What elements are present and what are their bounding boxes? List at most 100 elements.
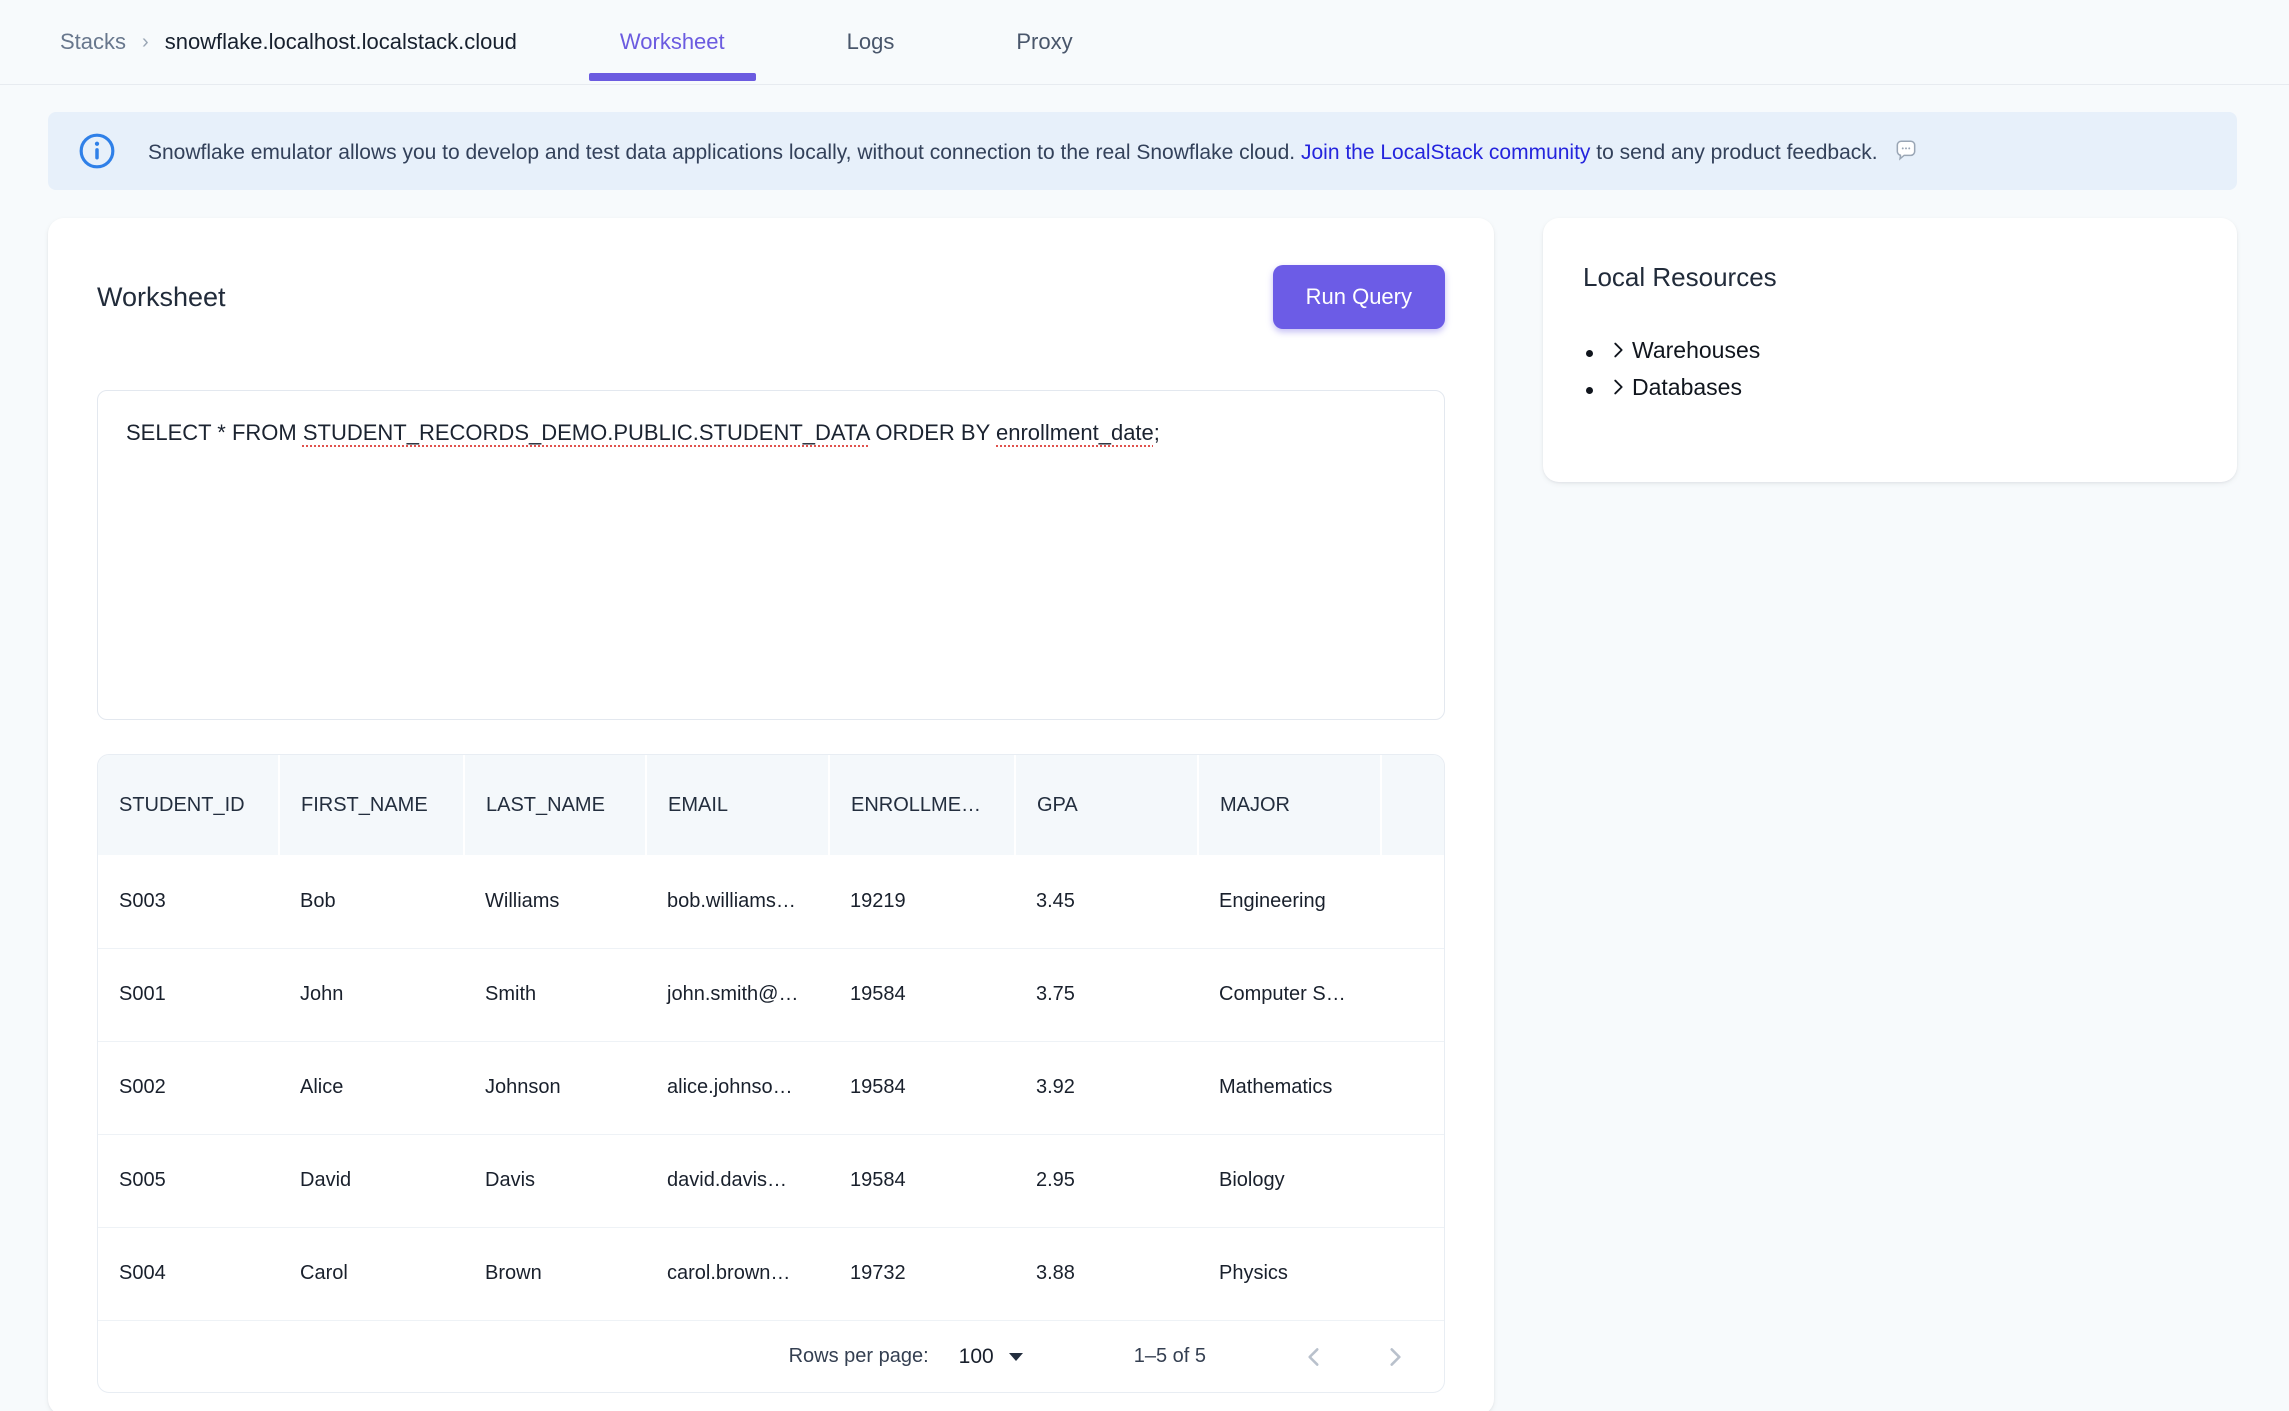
cell-spacer	[1381, 1041, 1444, 1134]
tab-proxy-label: Proxy	[1016, 29, 1072, 55]
tab-logs[interactable]: Logs	[816, 0, 926, 84]
worksheet-panel: Worksheet Run Query SELECT * FROM STUDEN…	[48, 218, 1494, 1411]
chevron-right-icon	[1607, 339, 1629, 361]
pagination-range: 1–5 of 5	[1134, 1345, 1206, 1368]
resource-item-databases[interactable]: Databases	[1607, 370, 2197, 407]
breadcrumb-current-stack: snowflake.localhost.localstack.cloud	[165, 29, 517, 55]
column-header-major[interactable]: MAJOR	[1198, 755, 1381, 855]
table-pagination: Rows per page: 100 1–5 of 5	[98, 1320, 1444, 1392]
previous-page-button[interactable]	[1301, 1344, 1327, 1370]
dropdown-caret-icon	[1008, 1352, 1024, 1362]
cell-major: Engineering	[1198, 855, 1381, 948]
cell-spacer	[1381, 1227, 1444, 1320]
cell-student-id: S003	[98, 855, 279, 948]
cell-first-name: Alice	[279, 1041, 464, 1134]
breadcrumb: Stacks › snowflake.localhost.localstack.…	[60, 0, 517, 84]
chevron-left-icon	[1301, 1344, 1327, 1370]
run-query-button[interactable]: Run Query	[1273, 265, 1445, 329]
cell-student-id: S005	[98, 1134, 279, 1227]
table-row[interactable]: S003 Bob Williams bob.williams… 19219 3.…	[98, 855, 1444, 948]
cell-major: Biology	[1198, 1134, 1381, 1227]
sql-query-editor[interactable]: SELECT * FROM STUDENT_RECORDS_DEMO.PUBLI…	[97, 390, 1445, 720]
table-row[interactable]: S002 Alice Johnson alice.johnso… 19584 3…	[98, 1041, 1444, 1134]
cell-enrollment: 19584	[829, 948, 1015, 1041]
breadcrumb-stacks-link[interactable]: Stacks	[60, 29, 126, 55]
banner-text-after: to send any product feedback.	[1590, 141, 1877, 164]
column-header-enrollment[interactable]: ENROLLME…	[829, 755, 1015, 855]
cell-enrollment: 19219	[829, 855, 1015, 948]
cell-gpa: 3.88	[1015, 1227, 1198, 1320]
column-header-student-id[interactable]: STUDENT_ID	[98, 755, 279, 855]
table-row[interactable]: S004 Carol Brown carol.brown… 19732 3.88…	[98, 1227, 1444, 1320]
sql-text: ;	[1154, 420, 1160, 445]
speech-bubble-icon	[1893, 138, 1919, 164]
info-banner: Snowflake emulator allows you to develop…	[48, 112, 2237, 190]
cell-last-name: Johnson	[464, 1041, 646, 1134]
column-header-last-name[interactable]: LAST_NAME	[464, 755, 646, 855]
cell-email: john.smith@…	[646, 948, 829, 1041]
cell-enrollment: 19584	[829, 1041, 1015, 1134]
worksheet-header: Worksheet Run Query	[97, 265, 1445, 329]
cell-first-name: Carol	[279, 1227, 464, 1320]
sql-text: SELECT * FROM	[126, 420, 303, 445]
cell-email: alice.johnso…	[646, 1041, 829, 1134]
resource-item-label: Warehouses	[1632, 333, 1760, 367]
column-header-spacer	[1381, 755, 1444, 855]
rows-per-page-select[interactable]: 100	[959, 1345, 1024, 1369]
cell-gpa: 3.75	[1015, 948, 1198, 1041]
cell-spacer	[1381, 855, 1444, 948]
banner-text: Snowflake emulator allows you to develop…	[148, 138, 1919, 165]
table-row[interactable]: S005 David Davis david.davis… 19584 2.95…	[98, 1134, 1444, 1227]
column-header-email[interactable]: EMAIL	[646, 755, 829, 855]
query-results-container: STUDENT_ID FIRST_NAME LAST_NAME EMAIL EN…	[97, 754, 1445, 1393]
cell-enrollment: 19732	[829, 1227, 1015, 1320]
cell-first-name: David	[279, 1134, 464, 1227]
cell-last-name: Williams	[464, 855, 646, 948]
content-area: Worksheet Run Query SELECT * FROM STUDEN…	[48, 218, 2237, 1411]
tab-worksheet-label: Worksheet	[620, 29, 725, 55]
breadcrumb-separator-icon: ›	[142, 31, 149, 54]
cell-email: david.davis…	[646, 1134, 829, 1227]
chevron-right-icon	[1607, 376, 1629, 398]
localstack-community-link[interactable]: Join the LocalStack community	[1301, 141, 1590, 164]
cell-major: Computer S…	[1198, 948, 1381, 1041]
rows-per-page-label: Rows per page:	[789, 1345, 929, 1368]
sql-order-column: enrollment_date	[996, 420, 1154, 445]
column-header-gpa[interactable]: GPA	[1015, 755, 1198, 855]
cell-gpa: 2.95	[1015, 1134, 1198, 1227]
tab-proxy[interactable]: Proxy	[985, 0, 1103, 84]
next-page-button[interactable]	[1382, 1344, 1408, 1370]
tab-bar: Worksheet Logs Proxy	[589, 0, 1104, 84]
chevron-right-icon	[1382, 1344, 1408, 1370]
cell-email: bob.williams…	[646, 855, 829, 948]
cell-email: carol.brown…	[646, 1227, 829, 1320]
resource-item-warehouses[interactable]: Warehouses	[1607, 333, 2197, 370]
cell-last-name: Brown	[464, 1227, 646, 1320]
results-table: STUDENT_ID FIRST_NAME LAST_NAME EMAIL EN…	[98, 755, 1444, 1320]
cell-student-id: S004	[98, 1227, 279, 1320]
table-row[interactable]: S001 John Smith john.smith@… 19584 3.75 …	[98, 948, 1444, 1041]
cell-spacer	[1381, 1134, 1444, 1227]
banner-text-before: Snowflake emulator allows you to develop…	[148, 141, 1301, 164]
cell-first-name: John	[279, 948, 464, 1041]
cell-gpa: 3.92	[1015, 1041, 1198, 1134]
cell-first-name: Bob	[279, 855, 464, 948]
cell-last-name: Smith	[464, 948, 646, 1041]
tab-logs-label: Logs	[847, 29, 895, 55]
tab-worksheet[interactable]: Worksheet	[589, 0, 756, 84]
info-icon	[78, 132, 116, 170]
cell-last-name: Davis	[464, 1134, 646, 1227]
cell-major: Mathematics	[1198, 1041, 1381, 1134]
table-header-row: STUDENT_ID FIRST_NAME LAST_NAME EMAIL EN…	[98, 755, 1444, 855]
local-resources-title: Local Resources	[1583, 262, 2197, 293]
resource-list: Warehouses Databases	[1583, 333, 2197, 407]
column-header-first-name[interactable]: FIRST_NAME	[279, 755, 464, 855]
cell-spacer	[1381, 948, 1444, 1041]
cell-student-id: S001	[98, 948, 279, 1041]
cell-student-id: S002	[98, 1041, 279, 1134]
rows-per-page-value: 100	[959, 1345, 994, 1369]
sql-text: ORDER BY	[869, 420, 996, 445]
sql-table-identifier: STUDENT_RECORDS_DEMO.PUBLIC.STUDENT_DATA	[303, 420, 869, 445]
cell-major: Physics	[1198, 1227, 1381, 1320]
local-resources-panel: Local Resources Warehouses	[1543, 218, 2237, 482]
